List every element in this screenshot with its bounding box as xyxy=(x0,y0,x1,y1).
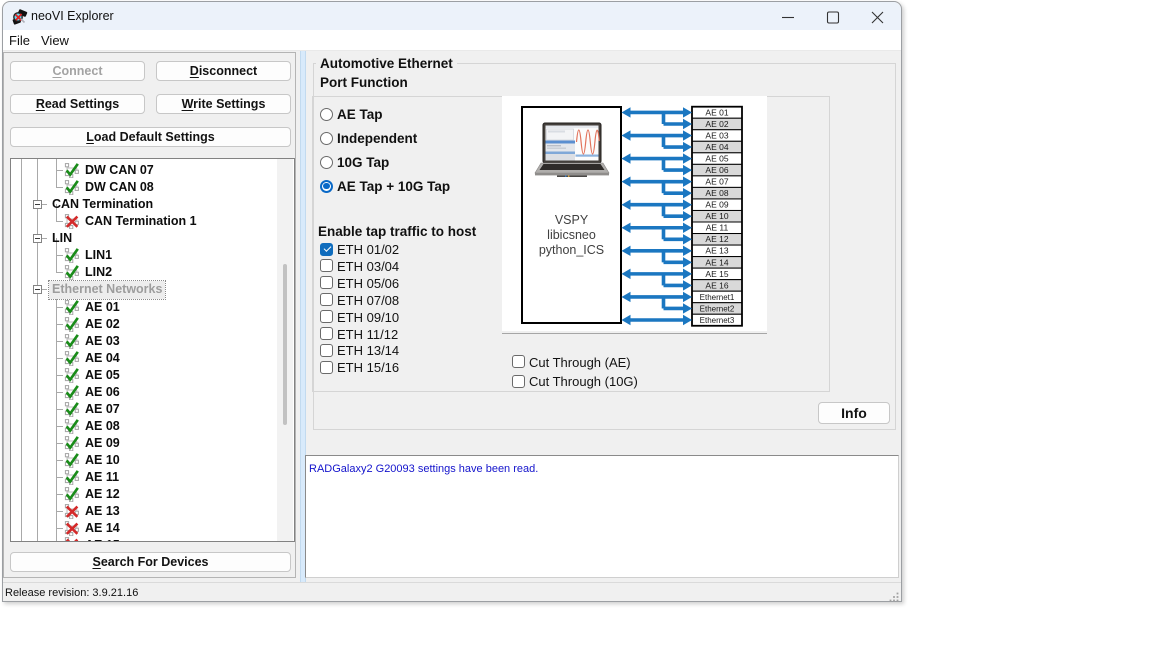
svg-text:AE 02: AE 02 xyxy=(705,119,728,129)
svg-text:AE 05: AE 05 xyxy=(705,153,728,163)
svg-text:AE 07: AE 07 xyxy=(705,177,728,187)
svg-text:AE 14: AE 14 xyxy=(705,257,728,267)
svg-text:AE 03: AE 03 xyxy=(705,130,728,140)
svg-text:AE 11: AE 11 xyxy=(706,223,729,233)
svg-text:AE 01: AE 01 xyxy=(705,107,728,117)
svg-text:Ethernet1: Ethernet1 xyxy=(700,293,735,302)
svg-text:AE 16: AE 16 xyxy=(705,280,728,290)
svg-text:VSPY: VSPY xyxy=(555,213,589,227)
svg-text:Ethernet3: Ethernet3 xyxy=(700,316,735,325)
svg-text:python_ICS: python_ICS xyxy=(539,243,604,257)
svg-text:AE 10: AE 10 xyxy=(705,211,728,221)
svg-text:AE 06: AE 06 xyxy=(705,165,728,175)
svg-text:AE 13: AE 13 xyxy=(705,246,728,256)
svg-text:AE 08: AE 08 xyxy=(705,188,728,198)
svg-text:AE 09: AE 09 xyxy=(705,200,728,210)
svg-text:AE 12: AE 12 xyxy=(705,234,728,244)
svg-text:Ethernet2: Ethernet2 xyxy=(700,304,735,313)
svg-text:libicsneo: libicsneo xyxy=(547,228,596,242)
svg-text:AE 04: AE 04 xyxy=(705,142,728,152)
svg-text:AE 15: AE 15 xyxy=(705,269,728,279)
